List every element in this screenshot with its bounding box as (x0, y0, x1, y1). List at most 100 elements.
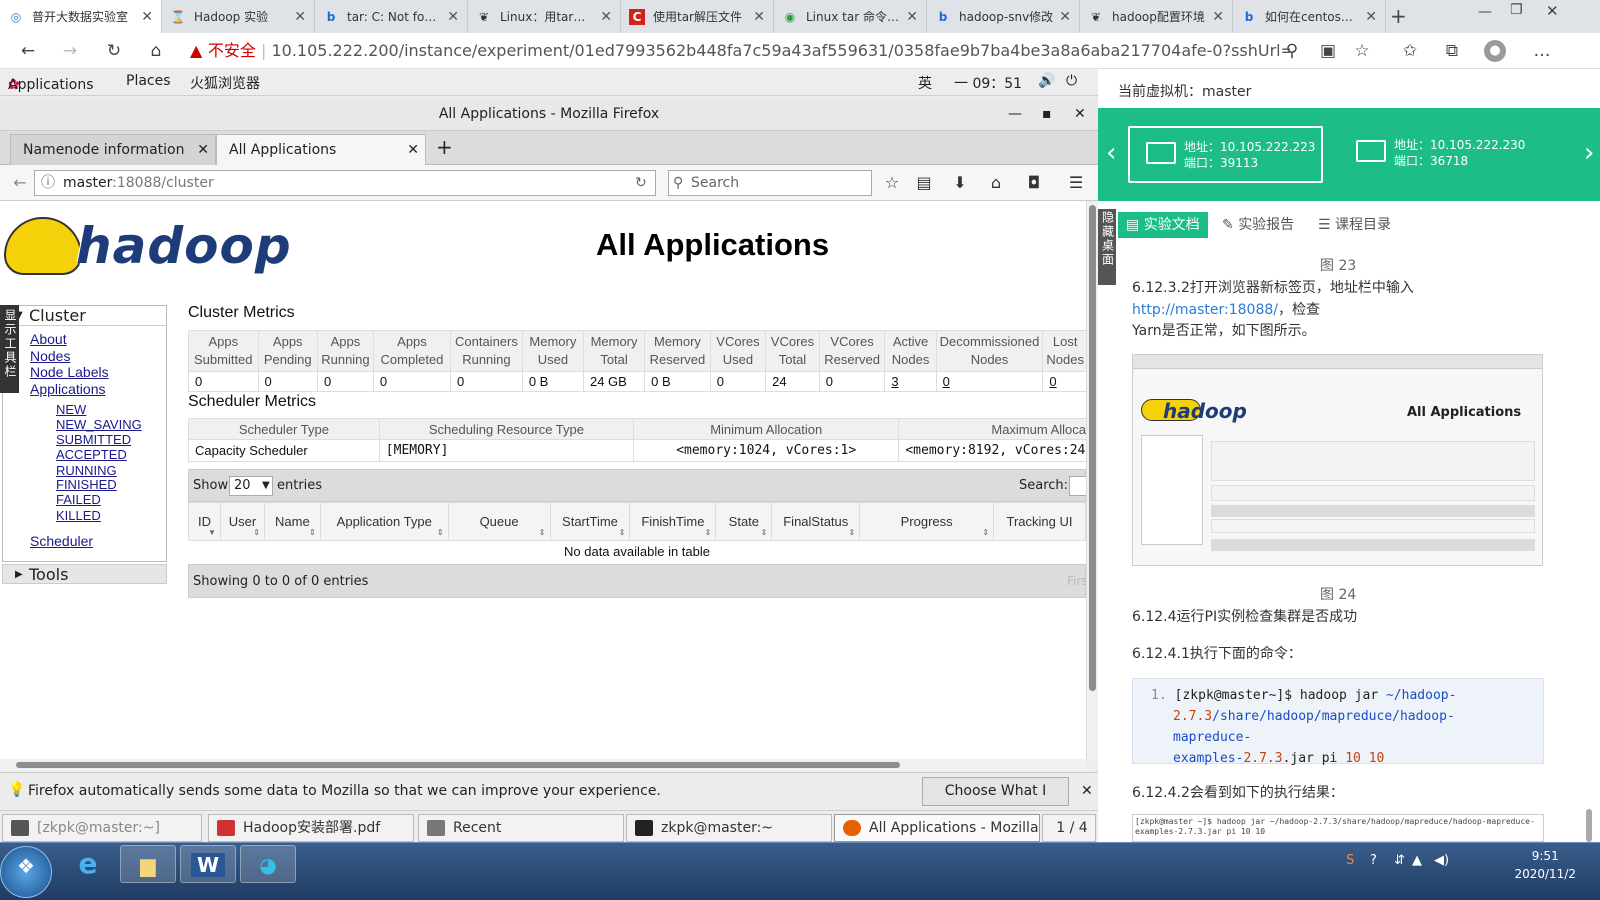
vm-card-1[interactable]: 地址：10.105.222.223 端口：39113 (1128, 126, 1323, 183)
ff-new-tab-button[interactable]: + (436, 135, 453, 159)
reload-icon[interactable]: ↻ (635, 171, 647, 195)
workspace-indicator[interactable]: 1 / 4 (1042, 814, 1096, 842)
close-icon[interactable]: ✕ (407, 135, 419, 166)
chevron-right-icon[interactable]: › (1584, 138, 1594, 168)
edge-tab-0[interactable]: ◎ 普开大数据实验室 ✕ (0, 0, 162, 33)
col-name[interactable]: Name ⇕ (263, 502, 321, 541)
volume-icon[interactable]: 🔊 (1038, 73, 1055, 89)
ie-button[interactable]: e (60, 845, 116, 883)
col-finish-time[interactable]: FinishTime ⇕ (629, 502, 717, 541)
edge-tab-7[interactable]: ❦ hadoop配置环境 ✕ (1080, 0, 1233, 33)
task-terminal-1[interactable]: [zkpk@master:~] (2, 814, 202, 842)
edge-tab-3[interactable]: ❦ Linux：用tar解压 ✕ (468, 0, 621, 33)
page-vertical-scrollbar[interactable] (1086, 201, 1098, 759)
close-icon[interactable]: ✕ (141, 9, 153, 25)
task-pdf[interactable]: Hadoop安装部署.pdf (208, 814, 414, 842)
state-running[interactable]: RUNNING (56, 463, 117, 478)
bookmark-star-icon[interactable]: ☆ (882, 173, 902, 192)
browser-launcher[interactable]: 火狐浏览器 (190, 73, 260, 93)
close-icon[interactable]: ✕ (1059, 9, 1071, 25)
windows-clock[interactable]: 9:51 2020/11/2 (1514, 847, 1576, 883)
ff-close-button[interactable]: ✕ (1074, 97, 1086, 131)
chevron-left-icon[interactable]: ‹ (1106, 138, 1116, 168)
restore-button[interactable]: ❐ (1510, 2, 1523, 18)
ff-search-input[interactable]: ⚲ Search (668, 170, 872, 196)
edge-tab-8[interactable]: b 如何在centos打开 ✕ (1233, 0, 1386, 33)
vm-card-2[interactable]: 地址：10.105.222.230 端口：36718 (1340, 126, 1535, 183)
nav-applications[interactable]: Applications (30, 381, 106, 397)
state-finished[interactable]: FINISHED (56, 477, 117, 492)
task-recent[interactable]: Recent (418, 814, 624, 842)
input-method-indicator[interactable]: 英 (918, 73, 932, 93)
nav-node-labels[interactable]: Node Labels (30, 364, 109, 380)
entries-select[interactable]: 20 ▼ (229, 476, 273, 496)
more-icon[interactable]: … (1530, 39, 1554, 63)
menu-icon[interactable]: ☰ (1066, 173, 1086, 192)
close-icon[interactable]: ✕ (447, 9, 459, 25)
master-link[interactable]: http://master:18088/ (1132, 302, 1278, 318)
show-toolbar-tab[interactable]: 显示工具栏 (0, 305, 19, 393)
read-mode-icon[interactable]: ▣ (1316, 39, 1340, 63)
task-firefox[interactable]: All Applications - Mozilla Fi... (834, 814, 1040, 842)
explorer-button[interactable]: ▆ (120, 845, 176, 883)
places-menu[interactable]: Places (126, 73, 171, 89)
col-final-status[interactable]: FinalStatus ⇕ (771, 502, 861, 541)
hide-desktop-tab[interactable]: 隐藏桌面 (1098, 209, 1116, 285)
close-icon[interactable]: ✕ (600, 9, 612, 25)
col-tracking-ui[interactable]: Tracking UI (993, 502, 1086, 541)
scroll-thumb[interactable] (16, 762, 900, 768)
col-id[interactable]: ID ▼ (188, 502, 221, 541)
scroll-thumb[interactable] (1089, 205, 1096, 691)
favorite-star-icon[interactable]: ☆ (1350, 39, 1374, 63)
tab-lab-doc[interactable]: ▤ 实验文档 (1118, 212, 1208, 238)
edge-tab-6[interactable]: b hadoop-snv修改 ✕ (927, 0, 1080, 33)
edge-tab-4[interactable]: C 使用tar解压文件 ✕ (621, 0, 774, 33)
col-state[interactable]: State ⇕ (715, 502, 773, 541)
gnome-clock[interactable]: 一 09：51 (954, 73, 1022, 93)
close-icon[interactable]: ✕ (906, 9, 918, 25)
word-button[interactable]: W (180, 845, 236, 883)
state-submitted[interactable]: SUBMITTED (56, 432, 131, 447)
edge-tab-5[interactable]: ◉ Linux tar 命令 | 菜 ✕ (774, 0, 927, 33)
col-start-time[interactable]: StartTime ⇕ (549, 502, 631, 541)
choose-what-i-share-button[interactable]: Choose What I Share (922, 777, 1069, 826)
tray-up-icon[interactable]: ▲ (1412, 853, 1422, 868)
start-button[interactable]: ❖ (0, 846, 52, 898)
state-new[interactable]: NEW (56, 402, 86, 417)
tray-app-icon[interactable]: S (1346, 853, 1354, 868)
favorites-icon[interactable]: ✩ (1398, 39, 1422, 63)
close-window-button[interactable]: ✕ (1546, 2, 1559, 20)
col-user[interactable]: User ⇕ (219, 502, 265, 541)
pocket-icon[interactable]: ◘ (1024, 173, 1044, 192)
new-tab-button[interactable]: + (1390, 4, 1407, 28)
profile-avatar[interactable]: ● (1484, 40, 1506, 62)
state-killed[interactable]: KILLED (56, 508, 101, 523)
home-icon[interactable]: ⌂ (986, 173, 1006, 192)
state-new-saving[interactable]: NEW_SAVING (56, 417, 142, 432)
close-icon[interactable]: ✕ (1081, 783, 1093, 799)
cluster-header[interactable]: ▼Cluster (3, 306, 166, 326)
tray-network-icon[interactable]: ⇵ (1394, 853, 1405, 868)
tab-lab-report[interactable]: ✎ 实验报告 (1214, 212, 1302, 238)
edge-tab-1[interactable]: ⌛ Hadoop 实验 ✕ (162, 0, 315, 33)
tray-volume-icon[interactable]: ◀) (1434, 853, 1449, 868)
nav-about[interactable]: About (30, 331, 67, 347)
download-icon[interactable]: ⬇ (950, 173, 970, 192)
state-failed[interactable]: FAILED (56, 492, 101, 507)
active-nodes-link[interactable]: 3 (884, 371, 937, 392)
decommissioned-nodes-link[interactable]: 0 (935, 371, 1044, 392)
ff-maximize-button[interactable]: ▪ (1042, 97, 1052, 131)
ff-tab-namenode[interactable]: Namenode information ✕ (10, 134, 216, 165)
nav-nodes[interactable]: Nodes (30, 348, 70, 364)
tray-help-icon[interactable]: ? (1370, 853, 1377, 868)
lost-nodes-link[interactable]: 0 (1042, 371, 1086, 392)
power-icon[interactable]: ⏻ (1066, 73, 1077, 89)
close-icon[interactable]: ✕ (753, 9, 765, 25)
page-horizontal-scrollbar[interactable] (0, 759, 1086, 771)
first-page-button[interactable]: First (1067, 574, 1086, 588)
refresh-icon[interactable]: ↻ (102, 39, 126, 63)
col-queue[interactable]: Queue ⇕ (447, 502, 551, 541)
edge-address-bar[interactable]: ▲ 不安全 | 10.105.222.200/instance/experime… (190, 37, 1290, 65)
minimize-button[interactable]: — (1478, 4, 1492, 20)
home-icon[interactable]: ⌂ (144, 39, 168, 63)
